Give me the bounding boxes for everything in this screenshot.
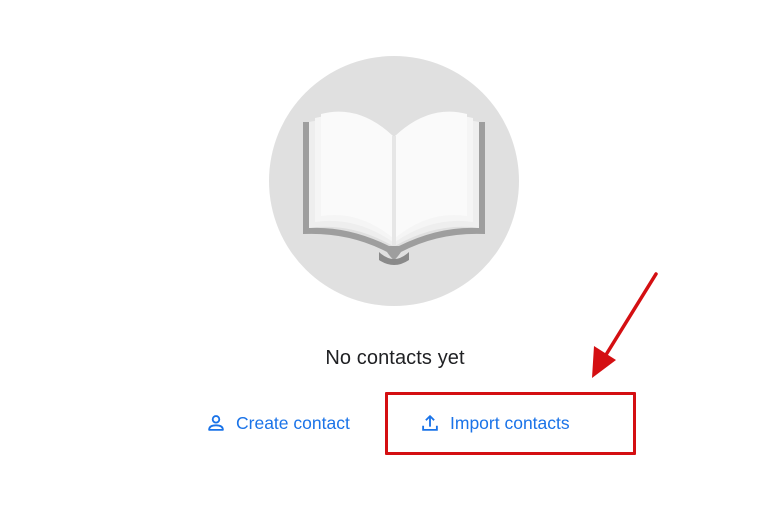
create-contact-label: Create contact: [236, 412, 350, 433]
empty-illustration: [269, 56, 519, 306]
open-book-icon: [303, 111, 485, 265]
contacts-empty-state: No contacts yet Create contact Import co…: [0, 0, 775, 524]
annotation-highlight-box: [385, 392, 636, 455]
annotation-arrow-icon: [592, 272, 658, 378]
create-contact-button[interactable]: Create contact: [205, 408, 350, 438]
person-icon: [205, 412, 227, 434]
